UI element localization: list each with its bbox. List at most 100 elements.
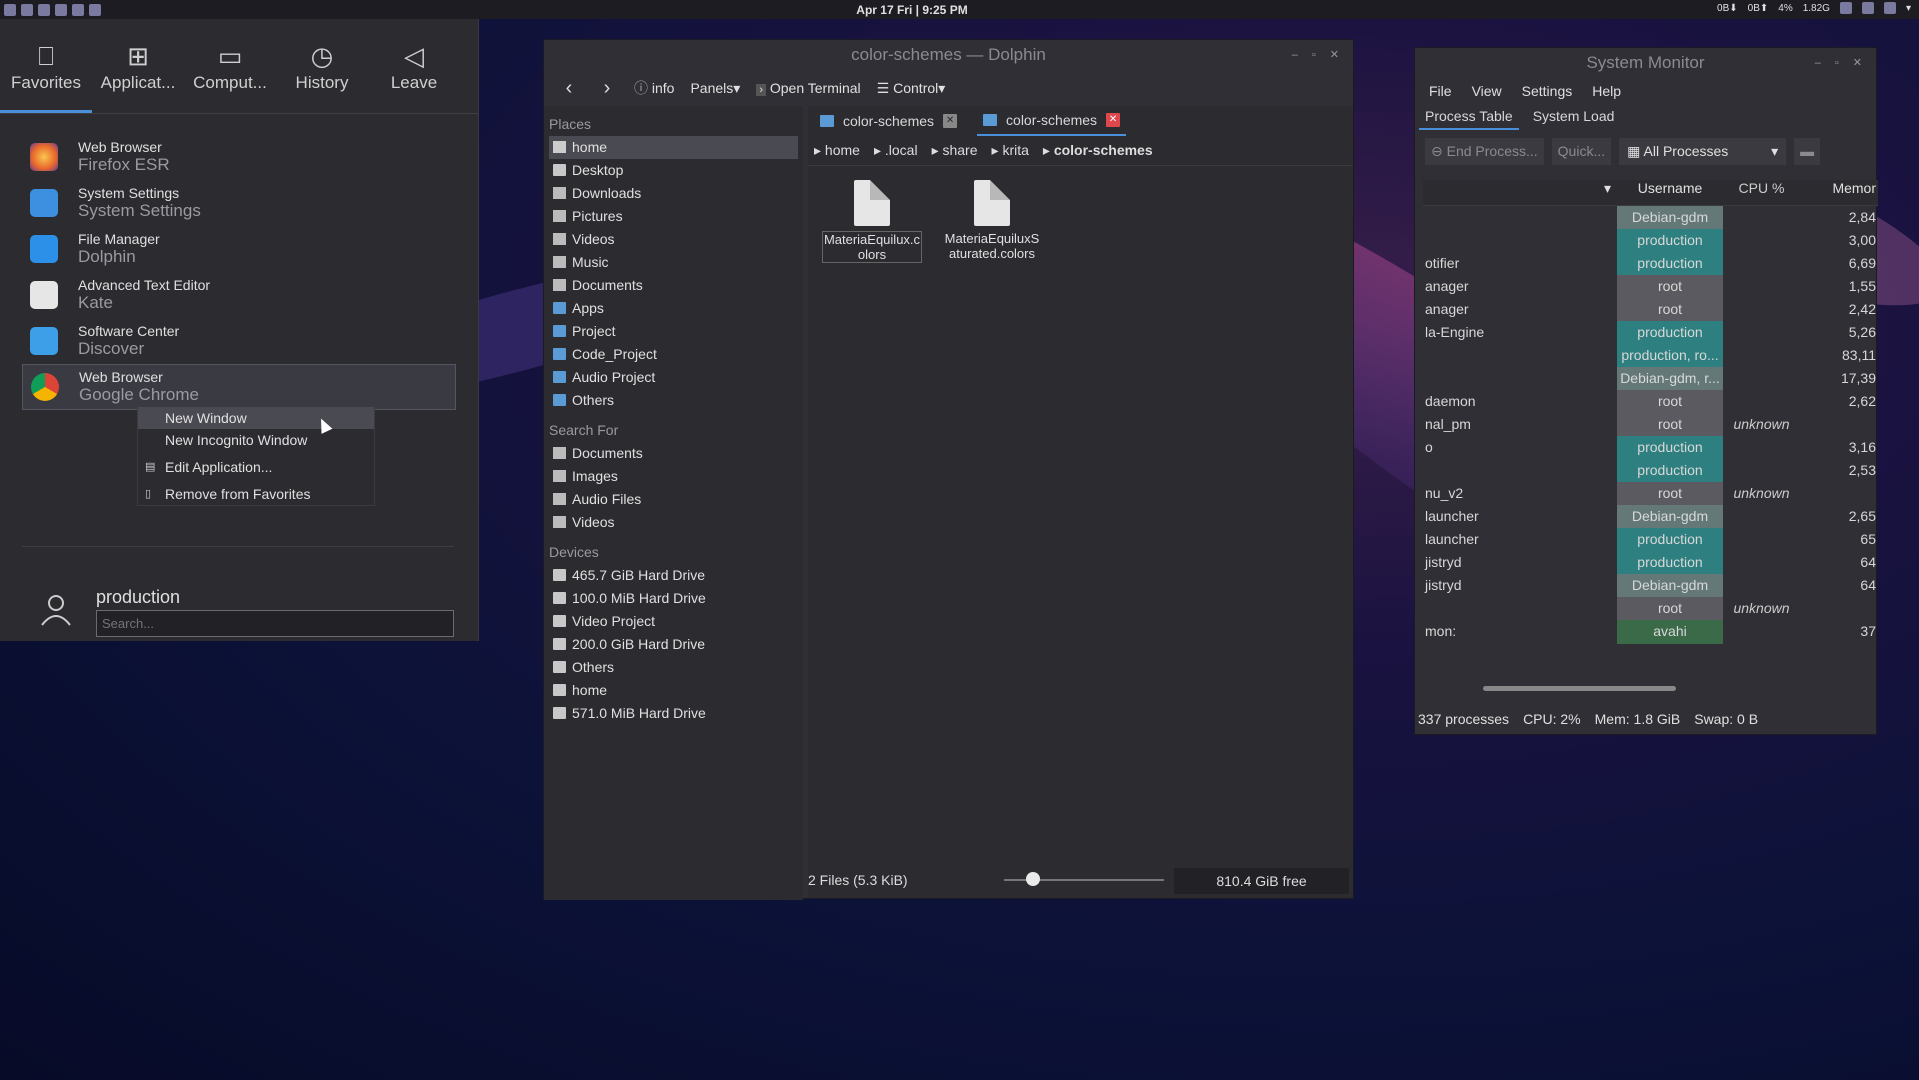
- menu-item-new-window[interactable]: New Window: [138, 407, 374, 429]
- file-item[interactable]: MateriaEquiluxSaturated.colors: [942, 180, 1042, 263]
- tab-color-schemes[interactable]: color-schemes ✕: [814, 106, 963, 136]
- window-titlebar[interactable]: System Monitor – ▫ ✕: [1415, 48, 1876, 78]
- table-row[interactable]: anager root 1,55: [1423, 275, 1878, 298]
- search-videos[interactable]: Videos: [549, 511, 798, 534]
- place-apps[interactable]: Apps: [549, 297, 798, 320]
- device-item[interactable]: Others: [549, 656, 798, 679]
- table-row[interactable]: mon:avahi 32: [1423, 643, 1878, 644]
- breadcrumb-item[interactable]: ▸ .local: [874, 142, 918, 159]
- device-item[interactable]: 200.0 GiB Hard Drive: [549, 633, 798, 656]
- menu-item-remove-favorite[interactable]: ▯ Remove from Favorites: [138, 483, 374, 505]
- tab-system-load[interactable]: System Load: [1527, 104, 1621, 130]
- table-row[interactable]: o production 3,16: [1423, 436, 1878, 459]
- device-item[interactable]: 100.0 MiB Hard Drive: [549, 587, 798, 610]
- tools-button[interactable]: ▬: [1794, 137, 1821, 165]
- panels-button[interactable]: Panels▾: [690, 80, 740, 97]
- favorite-discover[interactable]: Software Center Discover: [22, 318, 456, 364]
- maximize-icon[interactable]: ▫: [1312, 40, 1316, 70]
- free-space-label[interactable]: 810.4 GiB free: [1174, 868, 1349, 894]
- search-input[interactable]: [96, 610, 454, 637]
- close-icon[interactable]: ✕: [1330, 40, 1339, 70]
- maximize-icon[interactable]: ▫: [1835, 48, 1839, 78]
- menu-file[interactable]: File: [1429, 83, 1452, 99]
- favorite-kate[interactable]: Advanced Text Editor Kate: [22, 272, 456, 318]
- end-process-button[interactable]: ⊖ End Process...: [1425, 137, 1544, 165]
- menu-item-edit-application[interactable]: ▤ Edit Application...: [138, 456, 374, 478]
- minimize-icon[interactable]: –: [1292, 40, 1298, 70]
- tab-history[interactable]: ◷ History: [276, 19, 368, 113]
- network-icon[interactable]: [1839, 2, 1852, 14]
- place-desktop[interactable]: Desktop: [549, 159, 798, 182]
- place-music[interactable]: Music: [549, 251, 798, 274]
- clipboard-icon[interactable]: [1861, 2, 1874, 14]
- search-images[interactable]: Images: [549, 465, 798, 488]
- breadcrumb-item[interactable]: ▸ color-schemes: [1043, 142, 1153, 159]
- table-row[interactable]: production, ro... 83,11: [1423, 344, 1878, 367]
- table-row[interactable]: Debian-gdm, r... 17,39: [1423, 367, 1878, 390]
- place-videos[interactable]: Videos: [549, 228, 798, 251]
- table-row[interactable]: mon: avahi 37: [1423, 620, 1878, 643]
- tab-leave[interactable]: ◁ Leave: [368, 19, 460, 113]
- tab-computer[interactable]: ▭ Comput...: [184, 19, 276, 113]
- favorite-dolphin[interactable]: File Manager Dolphin: [22, 226, 456, 272]
- menu-help[interactable]: Help: [1592, 83, 1621, 99]
- user-avatar-icon[interactable]: [38, 591, 74, 627]
- forward-icon[interactable]: ›: [596, 77, 618, 100]
- column-sort-icon[interactable]: ▾: [1423, 180, 1617, 205]
- horizontal-scrollbar[interactable]: [1483, 686, 1676, 691]
- favorite-system-settings[interactable]: System Settings System Settings: [22, 180, 456, 226]
- tab-process-table[interactable]: Process Table: [1419, 104, 1519, 130]
- menu-settings[interactable]: Settings: [1522, 83, 1573, 99]
- table-row[interactable]: la-Engine production 5,26: [1423, 321, 1878, 344]
- control-button[interactable]: ☰ Control▾: [877, 80, 946, 97]
- column-cpu[interactable]: CPU %: [1723, 180, 1800, 205]
- column-memory[interactable]: Memor: [1800, 180, 1878, 205]
- open-terminal-button[interactable]: › Open Terminal: [756, 80, 861, 96]
- minimize-icon[interactable]: –: [1815, 48, 1821, 78]
- place-downloads[interactable]: Downloads: [549, 182, 798, 205]
- device-item[interactable]: Video Project: [549, 610, 798, 633]
- breadcrumb-item[interactable]: ▸ share: [932, 142, 978, 159]
- favorite-chrome[interactable]: Web Browser Google Chrome: [22, 364, 456, 410]
- place-documents[interactable]: Documents: [549, 274, 798, 297]
- table-row[interactable]: anager root 2,42: [1423, 298, 1878, 321]
- menu-view[interactable]: View: [1472, 83, 1502, 99]
- table-row[interactable]: nu_v2 root unknown: [1423, 482, 1878, 505]
- table-row[interactable]: root unknown: [1423, 597, 1878, 620]
- tab-color-schemes-active[interactable]: color-schemes ✕: [977, 106, 1127, 136]
- device-item[interactable]: 465.7 GiB Hard Drive: [549, 564, 798, 587]
- breadcrumb-item[interactable]: ▸ krita: [992, 142, 1029, 159]
- close-tab-icon[interactable]: ✕: [943, 114, 958, 128]
- zoom-slider-handle[interactable]: [1026, 872, 1040, 886]
- info-button[interactable]: ⓘ info: [634, 78, 674, 98]
- tab-favorites[interactable]: ⎕ Favorites: [0, 19, 92, 113]
- place-home[interactable]: home: [549, 136, 798, 159]
- search-audio[interactable]: Audio Files: [549, 488, 798, 511]
- device-item[interactable]: 571.0 MiB Hard Drive: [549, 702, 798, 725]
- chevron-down-icon[interactable]: ▾: [1906, 3, 1911, 14]
- table-row[interactable]: launcher production 65: [1423, 528, 1878, 551]
- table-row[interactable]: nal_pm root unknown: [1423, 413, 1878, 436]
- table-row[interactable]: launcher Debian-gdm 2,65: [1423, 505, 1878, 528]
- search-documents[interactable]: Documents: [549, 442, 798, 465]
- breadcrumb-item[interactable]: ▸ home: [814, 142, 860, 159]
- file-item[interactable]: MateriaEquilux.colors: [822, 180, 922, 263]
- tab-applications[interactable]: ⊞ Applicat...: [92, 19, 184, 113]
- table-row[interactable]: jistryd production 64: [1423, 551, 1878, 574]
- device-item[interactable]: home: [549, 679, 798, 702]
- column-username[interactable]: Username: [1617, 180, 1723, 205]
- table-row[interactable]: daemon root 2,62: [1423, 390, 1878, 413]
- table-row[interactable]: production 3,00: [1423, 229, 1878, 252]
- place-audio-project[interactable]: Audio Project: [549, 366, 798, 389]
- close-icon[interactable]: ✕: [1853, 48, 1862, 78]
- table-row[interactable]: production 2,53: [1423, 459, 1878, 482]
- volume-icon[interactable]: [1883, 2, 1896, 14]
- table-row[interactable]: Debian-gdm 2,84: [1423, 206, 1878, 229]
- place-code-project[interactable]: Code_Project: [549, 343, 798, 366]
- menu-item-new-incognito-window[interactable]: New Incognito Window: [138, 429, 374, 451]
- place-project[interactable]: Project: [549, 320, 798, 343]
- quick-search-input[interactable]: Quick...: [1551, 137, 1612, 165]
- process-filter-select[interactable]: ▦ All Processes ▾: [1619, 137, 1787, 165]
- favorite-firefox[interactable]: Web Browser Firefox ESR: [22, 134, 456, 180]
- place-pictures[interactable]: Pictures: [549, 205, 798, 228]
